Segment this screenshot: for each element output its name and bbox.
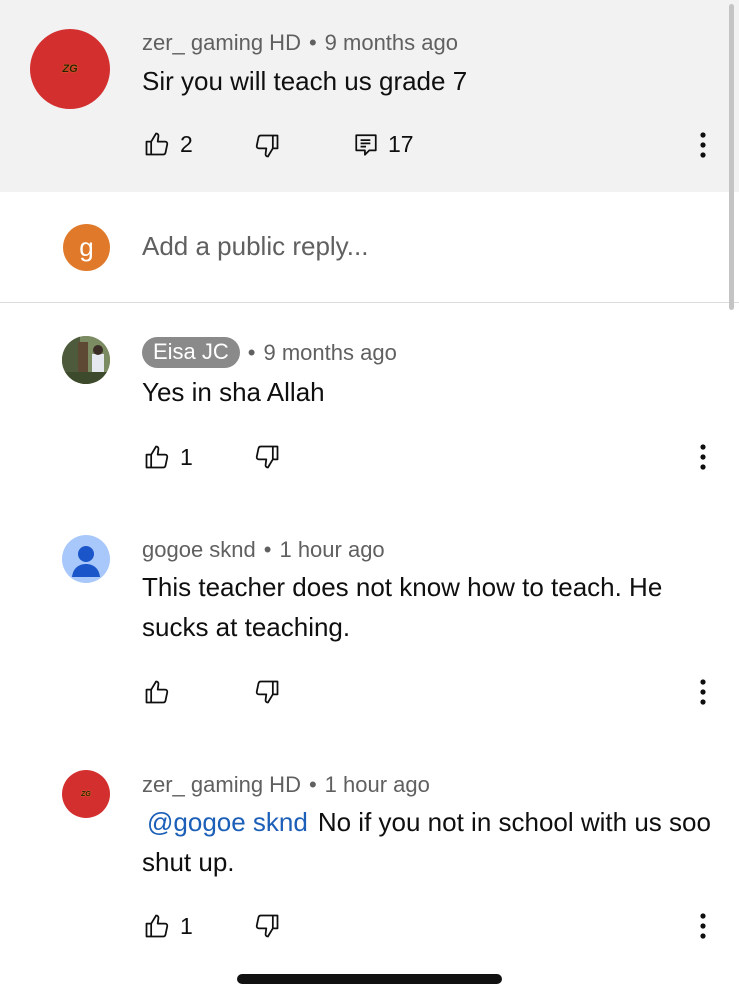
timestamp: 1 hour ago [324, 772, 430, 797]
more-vert-icon [700, 444, 706, 470]
avatar[interactable]: ZG [62, 770, 110, 818]
comment-meta: zer_ gaming HD • 1 hour ago [142, 772, 430, 798]
like-count: 1 [180, 912, 193, 939]
like-button[interactable]: 1 [143, 912, 193, 940]
author-name-chip[interactable]: Eisa JC [142, 337, 240, 368]
like-button[interactable]: 2 [143, 130, 193, 158]
timestamp: 9 months ago [263, 339, 397, 365]
thumbs-down-icon [253, 132, 281, 160]
more-options-button[interactable] [700, 444, 706, 470]
comment-text: Yes in sha Allah [142, 377, 325, 407]
reply-icon [353, 132, 379, 158]
thumbs-up-icon [143, 130, 171, 158]
more-options-button[interactable] [700, 913, 706, 939]
scrollbar[interactable] [729, 4, 734, 310]
profile-photo [62, 336, 110, 384]
dislike-button[interactable] [253, 132, 281, 160]
more-options-button[interactable] [700, 132, 706, 158]
avatar[interactable]: ZG [30, 29, 110, 109]
mention-link[interactable]: @gogoe sknd [147, 807, 308, 837]
thumbs-down-icon [253, 912, 281, 940]
dislike-button[interactable] [253, 443, 281, 471]
avatar[interactable] [62, 535, 110, 583]
person-icon [72, 546, 100, 577]
like-button[interactable]: 1 [143, 443, 193, 471]
timestamp: 1 hour ago [279, 537, 385, 562]
separator: • [263, 537, 272, 562]
like-button[interactable] [143, 678, 171, 706]
like-count: 2 [180, 130, 193, 157]
comment-meta: Eisa JC • 9 months ago [142, 337, 397, 368]
comment-text: This teacher does not know how to teach.… [142, 572, 663, 642]
separator: • [308, 772, 317, 797]
author-name[interactable]: zer_ gaming HD [142, 30, 301, 56]
thumbs-up-icon [143, 678, 171, 706]
avatar[interactable] [62, 336, 110, 384]
reply-input[interactable]: Add a public reply... [142, 231, 368, 262]
author-name[interactable]: zer_ gaming HD [142, 772, 301, 798]
dislike-button[interactable] [253, 678, 281, 706]
comment-text: @gogoe sknd No if you not in school with … [142, 802, 717, 882]
avatar: g [63, 224, 110, 271]
comment-text: Sir you will teach us grade 7 [142, 66, 468, 96]
thumbs-up-icon [143, 912, 171, 940]
reply-box[interactable] [0, 192, 739, 303]
more-vert-icon [700, 913, 706, 939]
home-indicator[interactable] [237, 974, 502, 984]
comment-meta: gogoe sknd • 1 hour ago [142, 537, 385, 563]
timestamp: 9 months ago [324, 30, 458, 55]
separator: • [308, 30, 317, 55]
thumbs-down-icon [253, 678, 281, 706]
dislike-button[interactable] [253, 912, 281, 940]
thumbs-up-icon [143, 443, 171, 471]
author-name[interactable]: gogoe sknd [142, 537, 256, 563]
replies-button[interactable]: 17 [353, 131, 414, 158]
more-options-button[interactable] [700, 679, 706, 705]
reply-count: 17 [388, 131, 414, 157]
like-count: 1 [180, 443, 193, 470]
more-vert-icon [700, 132, 706, 158]
thumbs-down-icon [253, 443, 281, 471]
separator: • [247, 339, 256, 365]
more-vert-icon [700, 679, 706, 705]
comment-meta: zer_ gaming HD • 9 months ago [142, 30, 458, 56]
